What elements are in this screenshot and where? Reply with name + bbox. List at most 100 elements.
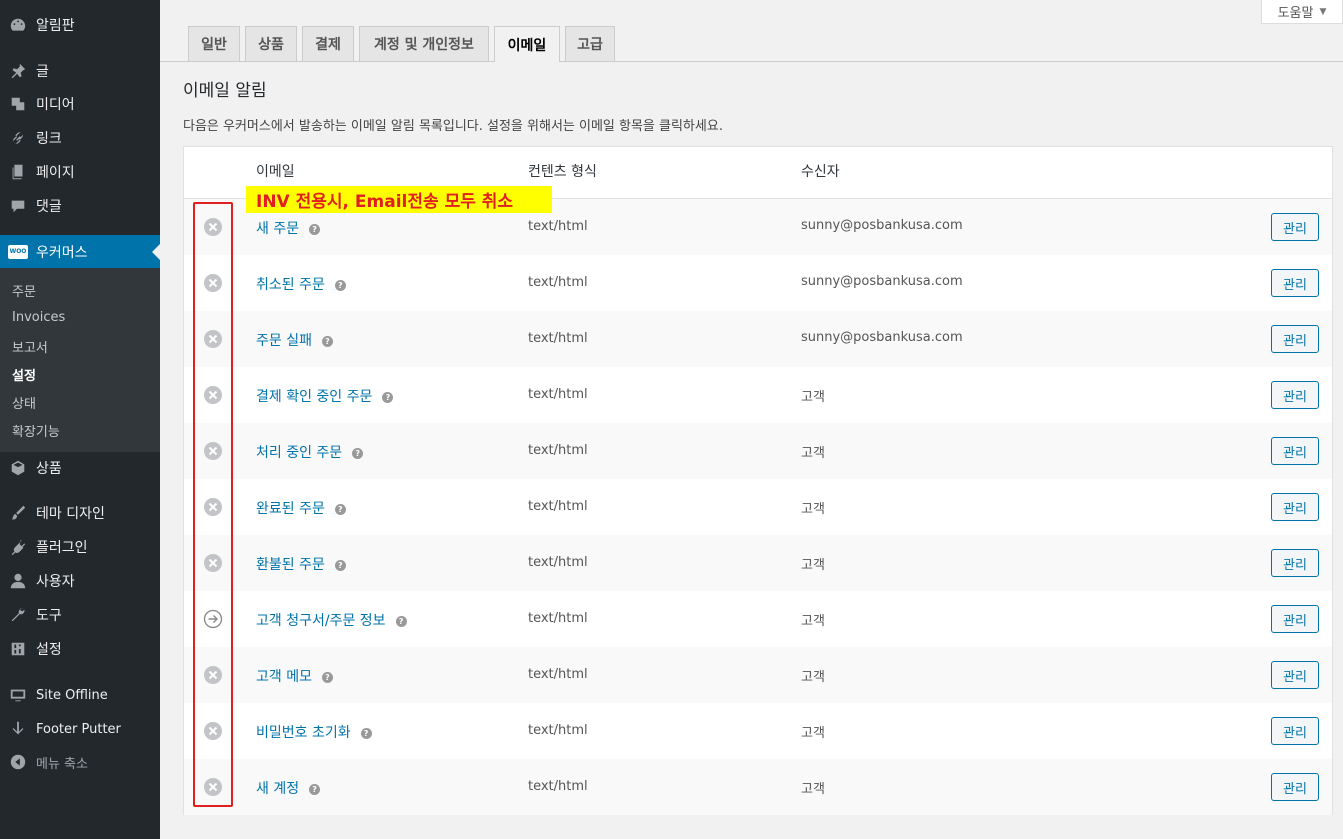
recipient-cell: 고객 (801, 782, 825, 797)
help-tip-icon[interactable]: ? (321, 671, 333, 683)
settings-icon (0, 640, 36, 658)
sidebar-item-site-offline[interactable]: Site Offline (0, 678, 160, 712)
manage-button[interactable]: 관리 (1271, 605, 1319, 633)
email-name-link[interactable]: 완료된 주문? (256, 498, 346, 518)
manage-button[interactable]: 관리 (1271, 773, 1319, 801)
sidebar-item-dashboard[interactable]: 알림판 (0, 8, 160, 42)
pin-icon (0, 62, 36, 80)
recipient-cell: sunny@posbankusa.com (801, 274, 963, 289)
manage-button[interactable]: 관리 (1271, 269, 1319, 297)
manage-button[interactable]: 관리 (1271, 661, 1319, 689)
sidebar-item-label: 댓글 (36, 199, 62, 215)
email-name-link[interactable]: 처리 중인 주문? (256, 442, 364, 462)
sidebar-item-posts[interactable]: 글 (0, 54, 160, 88)
sidebar-item-label: 알림판 (36, 18, 75, 34)
help-button[interactable]: 도움말 ▼ (1261, 0, 1343, 24)
admin-sidebar: 알림판 글 미디어 링크 페이지 댓글 WOO 우커머스 주문 Invoices… (0, 0, 160, 839)
sidebar-item-tools[interactable]: 도구 (0, 598, 160, 632)
email-name-text: 취소된 주문 (256, 277, 325, 293)
table-row: 결제 확인 중인 주문? text/html 고객 관리 (184, 367, 1332, 423)
email-name-link[interactable]: 주문 실패? (256, 330, 333, 350)
email-name-text: 새 계정 (256, 781, 300, 797)
recipient-cell: 고객 (801, 446, 825, 461)
recipient-cell: sunny@posbankusa.com (801, 218, 963, 233)
help-tip-icon[interactable]: ? (334, 503, 346, 515)
tab-emails[interactable]: 이메일 (494, 26, 560, 62)
manage-button[interactable]: 관리 (1271, 717, 1319, 745)
manage-button[interactable]: 관리 (1271, 549, 1319, 577)
sidebar-item-footer-putter[interactable]: Footer Putter (0, 712, 160, 746)
email-name-link[interactable]: 새 계정? (256, 778, 321, 798)
sidebar-item-users[interactable]: 사용자 (0, 564, 160, 598)
email-name-link[interactable]: 취소된 주문? (256, 274, 346, 294)
sidebar-item-pages[interactable]: 페이지 (0, 155, 160, 189)
tabs-divider (160, 61, 1343, 62)
help-tip-icon[interactable]: ? (395, 615, 407, 627)
submenu-item-settings[interactable]: 설정 (12, 365, 36, 384)
dashboard-icon (0, 16, 36, 34)
sidebar-item-media[interactable]: 미디어 (0, 87, 160, 121)
tab-label: 결제 (315, 37, 341, 53)
submenu-item-orders[interactable]: 주문 (12, 281, 36, 300)
manage-button[interactable]: 관리 (1271, 381, 1319, 409)
collapse-menu-button[interactable]: 메뉴 축소 (0, 745, 160, 779)
help-tip-icon[interactable]: ? (352, 447, 364, 459)
tab-products[interactable]: 상품 (245, 26, 297, 61)
sidebar-item-settings[interactable]: 설정 (0, 632, 160, 666)
manage-button[interactable]: 관리 (1271, 437, 1319, 465)
recipient-cell: 고객 (801, 390, 825, 405)
email-name-link[interactable]: 고객 청구서/주문 정보? (256, 610, 407, 630)
tab-general[interactable]: 일반 (188, 26, 240, 61)
email-name-link[interactable]: 결제 확인 중인 주문? (256, 386, 394, 406)
sidebar-item-label: Footer Putter (36, 721, 121, 737)
sidebar-item-products[interactable]: 상품 (0, 451, 160, 485)
submenu-item-status[interactable]: 상태 (12, 393, 36, 412)
email-name-text: 새 주문 (256, 221, 300, 237)
table-row: 취소된 주문? text/html sunny@posbankusa.com 관리 (184, 255, 1332, 311)
email-name-link[interactable]: 비밀번호 초기화? (256, 722, 372, 742)
sidebar-item-comments[interactable]: 댓글 (0, 189, 160, 223)
page-description: 다음은 우커머스에서 발송하는 이메일 알림 목록입니다. 설정을 위해서는 이… (183, 119, 723, 134)
submenu-item-extensions[interactable]: 확장기능 (12, 421, 60, 440)
help-tip-icon[interactable]: ? (334, 559, 346, 571)
tab-label: 이메일 (507, 37, 547, 54)
email-name-link[interactable]: 환불된 주문? (256, 554, 346, 574)
content-type-cell: text/html (528, 331, 588, 346)
table-row: 새 계정? text/html 고객 관리 (184, 759, 1332, 815)
tab-payments[interactable]: 결제 (302, 26, 354, 61)
submenu-item-invoices[interactable]: Invoices (12, 310, 65, 325)
help-tip-icon[interactable]: ? (309, 223, 321, 235)
manage-button[interactable]: 관리 (1271, 493, 1319, 521)
table-row: 고객 메모? text/html 고객 관리 (184, 647, 1332, 703)
email-name-text: 고객 메모 (256, 669, 312, 685)
help-tip-icon[interactable]: ? (360, 727, 372, 739)
submenu-item-reports[interactable]: 보고서 (12, 337, 48, 356)
recipient-cell: 고객 (801, 726, 825, 741)
tab-accounts-privacy[interactable]: 계정 및 개인정보 (359, 26, 489, 61)
sidebar-item-appearance[interactable]: 테마 디자인 (0, 496, 160, 530)
sidebar-item-label: Site Offline (36, 687, 108, 703)
page-icon (0, 163, 36, 181)
woocommerce-submenu: 주문 Invoices 보고서 설정 상태 확장기능 (0, 268, 160, 452)
manage-button[interactable]: 관리 (1271, 325, 1319, 353)
brush-icon (0, 504, 36, 522)
recipient-cell: 고객 (801, 558, 825, 573)
email-name-text: 처리 중인 주문 (256, 445, 343, 461)
email-name-link[interactable]: 고객 메모? (256, 666, 333, 686)
email-name-text: 결제 확인 중인 주문 (256, 389, 373, 405)
email-name-link[interactable]: 새 주문? (256, 218, 321, 238)
tab-advanced[interactable]: 고급 (565, 26, 615, 61)
sidebar-item-plugins[interactable]: 플러그인 (0, 530, 160, 564)
manage-button[interactable]: 관리 (1271, 213, 1319, 241)
content-type-cell: text/html (528, 219, 588, 234)
content-type-cell: text/html (528, 499, 588, 514)
sidebar-item-label: 우커머스 (36, 245, 88, 261)
email-name-text: 환불된 주문 (256, 557, 325, 573)
sidebar-item-woocommerce[interactable]: WOO 우커머스 (0, 235, 160, 269)
content-type-cell: text/html (528, 667, 588, 682)
help-tip-icon[interactable]: ? (334, 279, 346, 291)
help-tip-icon[interactable]: ? (382, 391, 394, 403)
sidebar-item-links[interactable]: 링크 (0, 121, 160, 155)
help-tip-icon[interactable]: ? (309, 783, 321, 795)
help-tip-icon[interactable]: ? (321, 335, 333, 347)
